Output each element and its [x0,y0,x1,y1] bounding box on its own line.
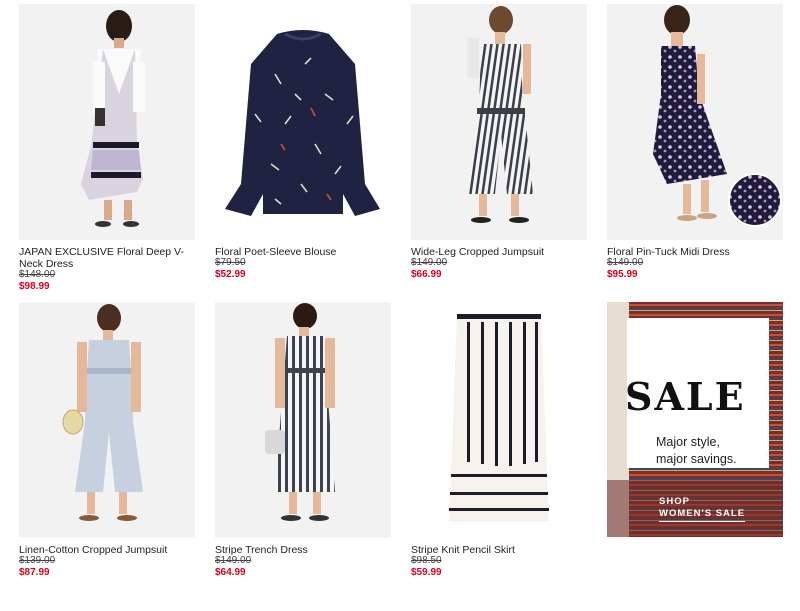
sale-price: $66.99 [411,269,442,280]
original-price: $139.00 [19,555,56,566]
cta-line: WOMEN'S SALE [659,508,746,522]
product-name[interactable]: JAPAN EXCLUSIVE Floral Deep V-Neck Dress [19,246,195,270]
sale-price: $87.99 [19,567,50,578]
sale-price: $95.99 [607,269,638,280]
product-image[interactable] [19,302,195,538]
product-image[interactable] [411,4,587,240]
promo-subtitle-line: major savings. [656,452,737,466]
original-price: $149.00 [411,257,448,268]
sale-price: $59.99 [411,567,442,578]
product-image[interactable] [411,302,587,538]
product-image[interactable] [607,4,783,240]
product-image[interactable] [215,4,391,240]
product-image[interactable] [215,302,391,538]
original-price: $149.00 [215,555,252,566]
sale-price: $98.99 [19,281,50,292]
sale-price: $52.99 [215,269,246,280]
shop-womens-sale-banner[interactable]: SALE Major style, major savings. SHOP WO… [607,302,783,537]
promo-subtitle: Major style, major savings. [656,434,737,468]
original-price: $148.00 [19,269,56,280]
original-price: $149.00 [607,257,644,268]
promo-subtitle-line: Major style, [656,435,720,449]
cta-line: SHOP [659,496,690,507]
shop-womens-sale-link[interactable]: SHOP WOMEN'S SALE [659,496,746,522]
product-image[interactable] [19,4,195,240]
sale-price: $64.99 [215,567,246,578]
original-price: $98.50 [411,555,442,566]
promo-title: SALE [625,374,746,419]
original-price: $79.50 [215,257,246,268]
